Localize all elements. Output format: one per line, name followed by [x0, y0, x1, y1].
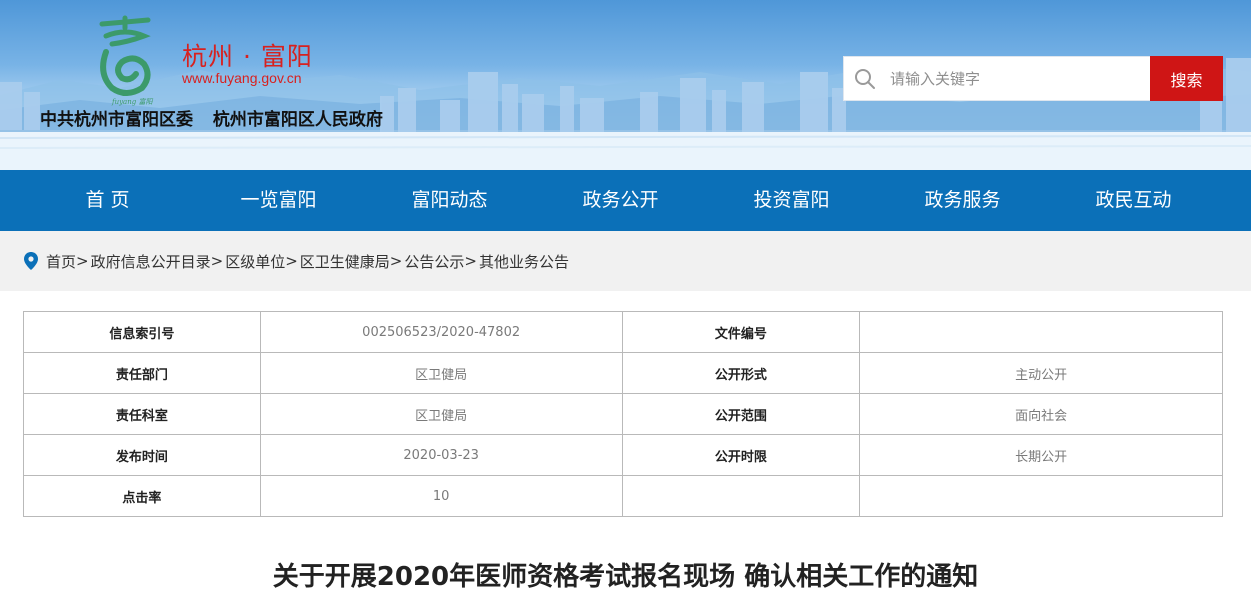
document-info-table: 信息索引号 002506523/2020-47802 文件编号 责任部门 区卫健…: [23, 311, 1223, 517]
breadcrumb-home[interactable]: 首页: [46, 251, 76, 272]
party-committee-name: 中共杭州市富阳区委: [40, 110, 193, 130]
info-key-click-rate: 点击率: [23, 475, 261, 517]
main-nav: 首 页 一览富阳 富阳动态 政务公开 投资富阳 政务服务 政民互动: [0, 170, 1251, 231]
info-value-disclosure-form: 主动公开: [859, 352, 1223, 394]
info-key-disclosure-scope: 公开范围: [621, 393, 861, 435]
breadcrumb-separator: >: [76, 252, 89, 270]
nav-item-news[interactable]: 富阳动态: [364, 170, 535, 231]
info-key-publish-date: 发布时间: [23, 434, 261, 476]
table-row: 发布时间 2020-03-23 公开时限 长期公开: [23, 434, 1223, 476]
search-icon: [855, 68, 875, 89]
breadcrumb-info-directory[interactable]: 政府信息公开目录: [91, 251, 211, 272]
breadcrumb-other-announcements[interactable]: 其他业务公告: [479, 251, 569, 272]
info-value-disclosure-scope: 面向社会: [859, 393, 1223, 435]
table-row: 责任科室 区卫健局 公开范围 面向社会: [23, 393, 1223, 435]
breadcrumb-separator: >: [210, 252, 224, 270]
breadcrumb-separator: >: [389, 252, 403, 270]
search-button[interactable]: 搜索: [1150, 56, 1223, 101]
table-row: 点击率 10: [23, 475, 1223, 517]
breadcrumb-announcements[interactable]: 公告公示: [404, 251, 464, 272]
search-input[interactable]: [890, 69, 1130, 88]
document-title: 关于开展2020年医师资格考试报名现场 确认相关工作的通知: [272, 562, 979, 592]
government-name: 杭州市富阳区人民政府: [212, 110, 383, 130]
site-name: 杭州 · 富阳: [182, 42, 313, 71]
fuyang-logo-icon: fuyang 富阳: [99, 15, 153, 106]
info-value-department: 区卫健局: [259, 352, 623, 394]
info-key-disclosure-form: 公开形式: [621, 352, 861, 394]
nav-item-investment[interactable]: 投资富阳: [706, 170, 877, 231]
info-value-publish-date: 2020-03-23: [259, 434, 623, 476]
info-value-click-rate: 10: [259, 475, 623, 517]
header-banner: fuyang 富阳 杭州 · 富阳 www.fuyang.gov.cn 中共杭州…: [0, 0, 1251, 170]
site-url[interactable]: www.fuyang.gov.cn: [182, 70, 302, 86]
location-pin-icon: [24, 252, 38, 270]
government-names: 中共杭州市富阳区委 杭州市富阳区人民政府: [40, 105, 397, 130]
info-value-file-number: [859, 311, 1223, 353]
nav-item-overview[interactable]: 一览富阳: [193, 170, 364, 231]
info-key-empty: [621, 475, 861, 517]
nav-item-interaction[interactable]: 政民互动: [1048, 170, 1219, 231]
info-key-department: 责任部门: [23, 352, 261, 394]
info-key-section: 责任科室: [23, 393, 261, 435]
info-key-file-number: 文件编号: [621, 311, 861, 353]
table-row: 责任部门 区卫健局 公开形式 主动公开: [23, 352, 1223, 394]
info-value-disclosure-period: 长期公开: [859, 434, 1223, 476]
breadcrumb-separator: >: [285, 252, 298, 270]
info-value-index-number: 002506523/2020-47802: [259, 311, 623, 353]
breadcrumb: 首页 > 政府信息公开目录 > 区级单位 > 区卫生健康局 > 公告公示 > 其他业务公告: [0, 231, 1251, 291]
search-bar: 搜索: [843, 56, 1223, 101]
table-row: 信息索引号 002506523/2020-47802 文件编号: [23, 311, 1223, 353]
info-value-empty: [859, 475, 1223, 517]
info-key-disclosure-period: 公开时限: [621, 434, 861, 476]
breadcrumb-health-bureau[interactable]: 区卫生健康局: [300, 251, 390, 272]
breadcrumb-district-units[interactable]: 区级单位: [225, 251, 285, 272]
info-value-section: 区卫健局: [259, 393, 623, 435]
nav-item-government-affairs[interactable]: 政务公开: [535, 170, 706, 231]
info-key-index-number: 信息索引号: [23, 311, 261, 353]
nav-item-services[interactable]: 政务服务: [877, 170, 1048, 231]
breadcrumb-separator: >: [464, 252, 477, 270]
nav-item-home[interactable]: 首 页: [22, 170, 193, 231]
search-box: [843, 56, 1150, 101]
